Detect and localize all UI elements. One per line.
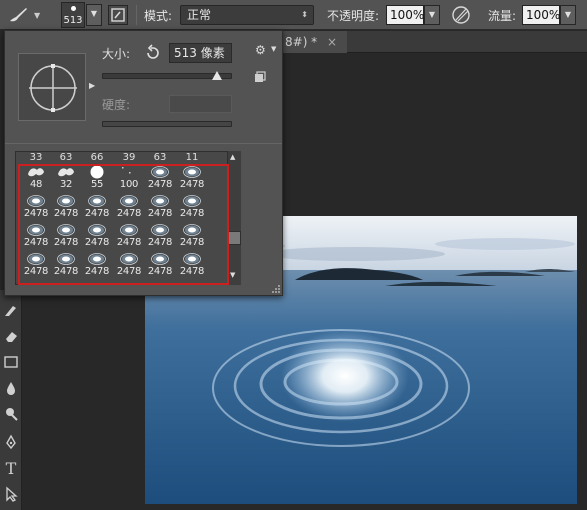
flow-dropdown-arrow[interactable]: ▼ (560, 5, 576, 25)
panel-divider (5, 143, 282, 144)
flow-input[interactable]: 100% (522, 5, 560, 25)
type-tool-icon[interactable]: T (0, 454, 22, 482)
path-selection-tool-icon[interactable] (0, 480, 22, 508)
size-label: 大小: (102, 47, 131, 61)
brush-size-readout: 513 (63, 15, 83, 26)
preset-size-label: 33 (29, 152, 43, 163)
document-tab[interactable]: 8#) * × (283, 31, 348, 53)
opacity-dropdown-arrow[interactable]: ▼ (424, 5, 440, 25)
brush-tip-preview[interactable] (18, 53, 86, 121)
brush-dot-icon (71, 6, 76, 11)
flow-label: 流量: (488, 8, 517, 23)
preset-size-label: 63 (153, 152, 167, 163)
scroll-down-arrow-icon[interactable]: ▼ (230, 271, 235, 279)
hardness-input[interactable] (169, 95, 232, 113)
brush-preset-picker-button[interactable]: 513 (61, 2, 85, 28)
reset-size-icon[interactable] (144, 44, 162, 62)
panel-menu-arrow-icon[interactable]: ▼ (271, 45, 276, 53)
options-bar: ▼ 513 ▼ 模式: 正常 ⬍ 不透明度: 100% ▼ 流量: 100% ▼ (0, 0, 587, 30)
tab-close-icon[interactable]: × (327, 35, 337, 49)
size-input[interactable]: 513 像素 (169, 43, 232, 63)
tablet-pressure-opacity-icon[interactable] (450, 4, 474, 26)
mode-label: 模式: (144, 8, 173, 23)
document-tab-title: 8#) * (285, 35, 318, 49)
hardness-slider-track[interactable] (102, 121, 232, 127)
options-separator (136, 5, 137, 25)
pen-tool-icon[interactable] (0, 428, 22, 456)
blend-mode-select[interactable]: 正常 ⬍ (180, 5, 314, 25)
highlight-box (18, 164, 229, 285)
scroll-up-arrow-icon[interactable]: ▲ (230, 153, 235, 161)
tools-panel: T (0, 290, 22, 510)
gradient-tool-icon[interactable] (0, 348, 22, 376)
opacity-label: 不透明度: (327, 8, 380, 23)
resize-grip-icon[interactable] (271, 283, 281, 293)
preset-size-label: 11 (185, 152, 199, 163)
preset-size-label: 66 (90, 152, 104, 163)
dodge-tool-icon[interactable] (0, 400, 22, 428)
hardness-label: 硬度: (102, 98, 131, 112)
brush-tool-icon[interactable] (6, 0, 30, 30)
updown-arrows-icon: ⬍ (301, 10, 308, 19)
preset-size-label: 39 (122, 152, 136, 163)
panel-settings-gear-icon[interactable]: ⚙ (255, 43, 266, 57)
size-slider-thumb[interactable] (212, 71, 222, 80)
presets-scrollbar[interactable]: ▲ ▼ (227, 151, 241, 285)
brush-preset-dropdown-arrow[interactable]: ▼ (86, 4, 102, 26)
new-preset-icon[interactable] (254, 71, 266, 83)
tool-preset-dropdown[interactable]: ▼ (34, 0, 40, 30)
opacity-input[interactable]: 100% (386, 5, 424, 25)
blur-tool-icon[interactable] (0, 374, 22, 402)
preset-size-label: 63 (59, 152, 73, 163)
presets-scrollbar-thumb[interactable] (227, 231, 241, 245)
eraser-tool-icon[interactable] (0, 322, 22, 350)
brush-panel-toggle-icon[interactable] (108, 5, 128, 25)
blend-mode-value: 正常 (187, 8, 212, 22)
brush-preset-picker-panel: ▶ 大小: 513 像素 ⚙ ▼ 硬度: 33 63 66 39 63 11 4… (4, 30, 283, 296)
document-tab-strip: 8#) * × (283, 31, 587, 53)
brush-tool-icon[interactable] (0, 296, 22, 324)
expand-preview-arrow-icon[interactable]: ▶ (89, 81, 95, 90)
